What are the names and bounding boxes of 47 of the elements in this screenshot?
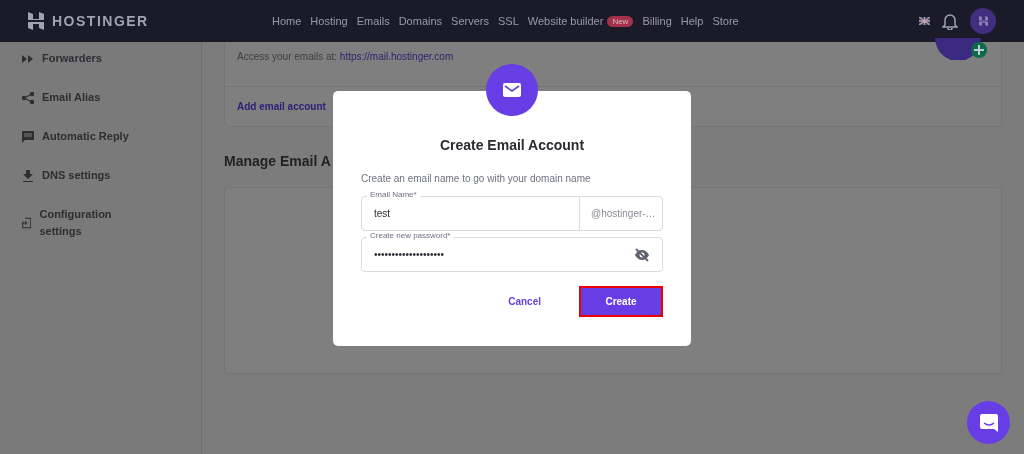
section-title: Manage Email A: [224, 153, 331, 169]
chat-icon: [22, 130, 34, 143]
logo-icon: [28, 12, 44, 30]
share-icon: [22, 91, 34, 104]
nav-link[interactable]: Domains: [398, 15, 443, 27]
login-icon: [22, 216, 32, 230]
access-text: Access your emails at:: [237, 51, 339, 62]
sidebar-item[interactable]: Forwarders: [22, 50, 132, 67]
dialog-subtitle: Create an email name to go with your domain name: [361, 173, 592, 184]
domain-suffix: @hostinger-…: [579, 197, 662, 230]
bell-icon[interactable]: [942, 12, 958, 30]
nav-link[interactable]: Home: [272, 15, 302, 27]
chat-icon: [979, 413, 998, 432]
nav-link[interactable]: Hosting: [310, 15, 348, 27]
brand-name: HOSTINGER: [52, 13, 149, 29]
add-user-icon: [935, 38, 987, 60]
sidebar-label: Forwarders: [42, 51, 102, 66]
nav-link[interactable]: Servers: [451, 15, 489, 27]
fast-forward-icon: [22, 53, 34, 64]
download-icon: [22, 169, 34, 182]
dialog-title: Create Email Account: [439, 137, 585, 153]
new-badge: New: [607, 15, 634, 27]
cancel-button[interactable]: Cancel: [502, 286, 547, 317]
nav-link[interactable]: Help: [680, 15, 704, 27]
sidebar-label: Automatic Reply: [42, 129, 129, 144]
nav-link[interactable]: Emails: [356, 15, 390, 27]
field-value: ••••••••••••••••••••: [373, 249, 446, 260]
sidebar-item[interactable]: Email Alias: [22, 89, 132, 106]
field-value: test: [373, 208, 392, 219]
nav-link[interactable]: Billing: [642, 15, 672, 27]
webmail-link[interactable]: https://mail.hostinger.com: [339, 51, 454, 62]
sidebar-label: Email Alias: [42, 90, 101, 105]
mail-icon: [503, 83, 521, 97]
field-label: Email Name*: [367, 190, 420, 200]
chat-button[interactable]: [967, 401, 1010, 444]
create-button[interactable]: Create: [579, 286, 663, 317]
flag-icon[interactable]: [919, 17, 930, 25]
nav-link[interactable]: Store: [712, 15, 739, 27]
hide-password-icon[interactable]: [634, 247, 650, 262]
field-label: Create new password*: [367, 231, 454, 241]
nav-link[interactable]: Website builder: [527, 15, 604, 27]
nav-link[interactable]: SSL: [497, 15, 519, 27]
sidebar-label: Configuration settings: [39, 207, 113, 239]
sidebar-item[interactable]: DNS settings: [22, 167, 132, 184]
avatar[interactable]: [970, 8, 996, 34]
sidebar-label: DNS settings: [42, 168, 111, 183]
logo-icon: [978, 16, 988, 26]
